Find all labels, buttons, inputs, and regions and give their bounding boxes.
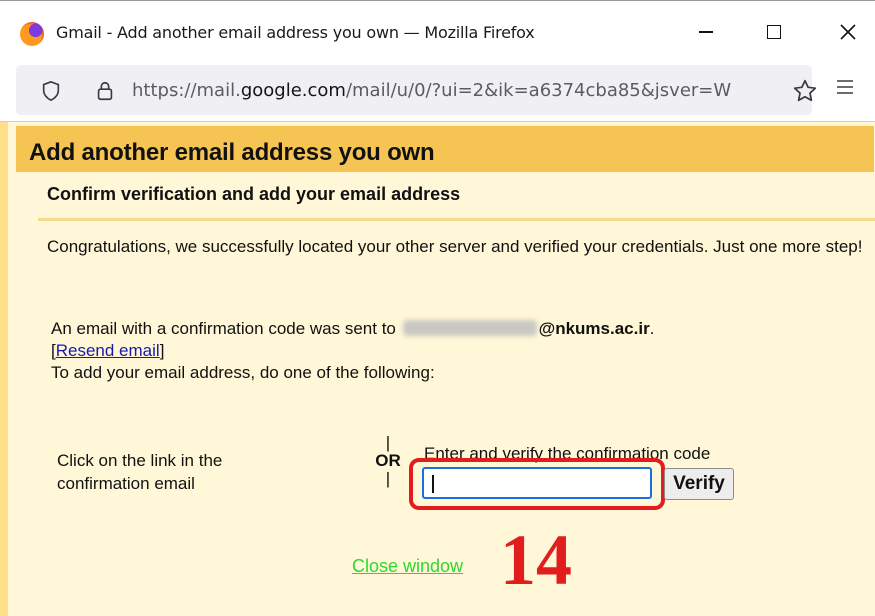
shield-icon[interactable] (40, 80, 62, 102)
navigation-toolbar: https://mail.google.com/mail/u/0/?ui=2&i… (0, 56, 875, 122)
annotation-step-number: 14 (500, 520, 572, 600)
or-separator: | OR | (368, 434, 408, 488)
email-domain: @nkums.ac.ir (538, 319, 650, 338)
hamburger-menu-icon[interactable] (836, 78, 854, 96)
maximize-icon (767, 25, 781, 39)
resend-email-link[interactable]: Resend email (56, 341, 160, 360)
maximize-button[interactable] (754, 15, 794, 49)
instruction-text: To add your email address, do one of the… (51, 363, 435, 382)
window-title: Gmail - Add another email address you ow… (56, 23, 535, 42)
section-divider (38, 218, 875, 221)
text-caret (432, 475, 434, 493)
verify-button[interactable]: Verify (664, 468, 734, 500)
sent-text: An email with a confirmation code was se… (51, 319, 396, 338)
or-label: OR (375, 451, 401, 470)
or-bar-bottom: | (385, 469, 391, 488)
url-text[interactable]: https://mail.google.com/mail/u/0/?ui=2&i… (132, 80, 777, 101)
close-icon (840, 24, 856, 40)
page-title: Add another email address you own (29, 139, 435, 166)
url-domain: google.com (240, 80, 346, 101)
dialog-page: Add another email address you own Confir… (0, 122, 875, 616)
confirmation-info: An email with a confirmation code was se… (51, 318, 871, 384)
dialog-header: Add another email address you own (16, 126, 874, 172)
or-bar-top: | (385, 433, 391, 452)
click-link-option: Click on the link in the confirmation em… (57, 451, 223, 493)
confirmation-code-input[interactable] (422, 467, 652, 499)
bookmark-star-icon[interactable] (792, 78, 818, 104)
section-title: Confirm verification and add your email … (47, 184, 461, 204)
resend-close-bracket: ] (159, 341, 165, 360)
redacted-username (402, 320, 537, 336)
url-suffix: /mail/u/0/?ui=2&ik=a6374cba85&jsver=W (345, 80, 732, 101)
congrats-text: Congratulations, we successfully located… (47, 237, 863, 256)
url-bar[interactable]: https://mail.google.com/mail/u/0/?ui=2&i… (16, 65, 817, 115)
sent-end: . (649, 319, 655, 338)
firefox-icon (20, 22, 44, 46)
close-window-link[interactable]: Close window (352, 556, 463, 577)
close-window-button[interactable] (828, 15, 868, 49)
minimize-icon (699, 31, 713, 33)
window-titlebar: Gmail - Add another email address you ow… (0, 0, 875, 56)
url-prefix: https://mail. (132, 80, 241, 101)
minimize-button[interactable] (686, 15, 726, 49)
lock-icon[interactable] (94, 80, 116, 102)
